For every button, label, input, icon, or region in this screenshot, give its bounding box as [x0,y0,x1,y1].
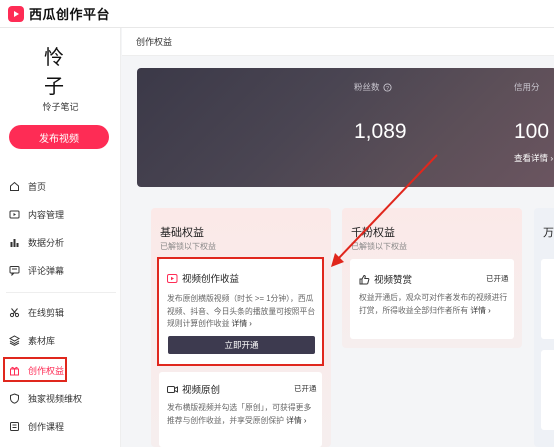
layers-icon [9,334,20,346]
breadcrumb: 创作权益 [122,28,554,56]
sidebar-item-home[interactable]: 首页 [0,176,121,196]
details-link[interactable]: 详情 › [470,306,490,315]
feature-title-text: 视频原创 [182,385,221,396]
camera-icon [167,385,178,393]
user-name: 怜子笔记 [42,102,79,112]
comment-icon [9,265,20,276]
sidebar-divider [6,292,116,293]
shield-icon [9,392,20,404]
avatar[interactable]: 怜子 [44,45,78,98]
feature-description: 权益开通后，观众可对作者发布的视频进行打赏，所得收益全部归作者所有 详情 › [359,292,509,317]
sidebar-item-materials[interactable]: 素材库 [0,330,121,350]
sidebar-item-courses[interactable]: 创作课程 [0,416,121,436]
sidebar-item-label: 创作课程 [28,421,65,432]
sidebar-item-label: 素材库 [28,335,56,346]
fans-label: 粉丝数 ? [354,81,392,93]
sidebar-item-label: 独家视频维权 [28,393,83,404]
sidebar-item-label: 在线剪辑 [28,307,65,318]
feature-title: 视频原创 [167,382,220,396]
video-folder-icon [9,209,20,220]
sidebar-item-comments[interactable]: 评论弹幕 [0,260,121,280]
stats-banner: 粉丝数 ? 1,089 信用分 100 查看详情 › [137,68,554,187]
details-link[interactable]: 详情 › [286,416,306,425]
thousand-benefits-subtitle: 已解锁以下权益 [351,242,407,251]
book-icon [9,421,20,432]
sidebar-item-label: 数据分析 [28,237,65,248]
credit-value: 100 [514,120,550,143]
sidebar-item-label: 评论弹幕 [28,265,65,276]
app-title[interactable]: 西瓜创作平台 [29,4,110,23]
sidebar-item-content[interactable]: 内容管理 [0,204,121,224]
sidebar-item-analytics[interactable]: 数据分析 [0,232,121,252]
sidebar-item-label: 首页 [28,181,47,192]
breadcrumb-current: 创作权益 [136,37,173,47]
view-details-link[interactable]: 查看详情 › [514,152,553,164]
highlight-box-feature [157,257,324,366]
scissors-icon [9,307,20,318]
fans-value: 1,089 [354,120,407,143]
thousand-benefits-title: 千粉权益 [351,227,395,239]
ten-thousand-benefits-title: 万 [543,227,554,239]
highlight-box-sidebar [3,357,67,382]
sidebar-item-exclusive-rights[interactable]: 独家视频维权 [0,388,121,408]
help-icon[interactable]: ? [382,82,392,92]
feature-description: 发布横版视频并勾选「原创」，可获得更多推荐与创作收益，并享受原创保护 详情 › [167,402,319,427]
top-bar: 西瓜创作平台 [0,0,554,28]
basic-benefits-subtitle: 已解锁以下权益 [160,242,216,251]
credit-label: 信用分 [514,82,540,92]
sidebar-item-online-edit[interactable]: 在线剪辑 [0,302,121,322]
feature-card-partial [541,350,554,430]
bar-chart-icon [9,237,20,248]
status-badge: 已开通 [294,384,317,393]
xigua-logo-icon[interactable] [8,5,24,22]
home-icon [9,181,20,192]
publish-video-button[interactable]: 发布视频 [9,125,109,149]
feature-card-partial [541,259,554,339]
basic-benefits-title: 基础权益 [160,227,204,239]
feature-title: 视频赞赏 [359,272,412,286]
sidebar-item-label: 内容管理 [28,209,65,220]
thumbs-up-icon [359,274,370,284]
feature-title-text: 视频赞赏 [374,275,413,286]
fans-label-text: 粉丝数 [354,82,380,92]
status-badge: 已开通 [486,274,509,283]
